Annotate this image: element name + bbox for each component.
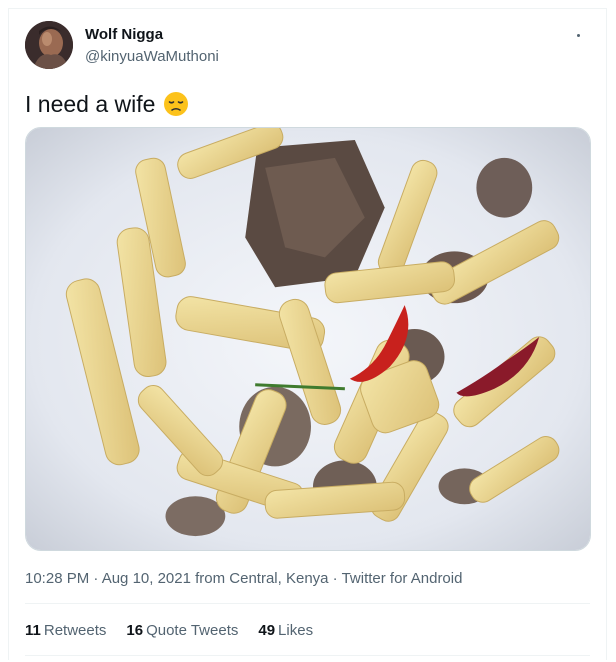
author-display-name[interactable]: Wolf Nigga (85, 25, 219, 45)
more-options-button[interactable] (566, 23, 590, 47)
avatar[interactable] (25, 21, 73, 69)
tweet-header: Wolf Nigga @kinyuaWaMuthoni (25, 21, 590, 71)
tweet-stats: 11 Retweets 16 Quote Tweets 49 Likes (25, 621, 333, 641)
quote-tweets-stat[interactable]: 16 Quote Tweets (126, 621, 238, 641)
likes-label: Likes (278, 622, 314, 639)
quote-tweets-count: 16 (126, 622, 144, 639)
quote-tweets-label: Quote Tweets (146, 622, 239, 639)
divider (25, 603, 590, 604)
tweet-text: I need a wife (25, 89, 189, 119)
author-block: Wolf Nigga @kinyuaWaMuthoni (85, 25, 219, 67)
tweet-text-content: I need a wife (25, 91, 156, 117)
likes-count: 49 (258, 622, 276, 639)
tweet-timestamp[interactable]: 10:28 PM · Aug 10, 2021 from Central, Ke… (25, 569, 462, 589)
divider (25, 655, 590, 656)
disappointed-face-icon (164, 92, 189, 116)
tweet-card: Wolf Nigga @kinyuaWaMuthoni I need a wif… (8, 8, 607, 660)
retweets-count: 11 (25, 622, 41, 639)
author-handle[interactable]: @kinyuaWaMuthoni (85, 47, 219, 67)
likes-stat[interactable]: 49 Likes (258, 621, 313, 641)
food-photo-image (26, 128, 590, 550)
tweet-photo[interactable] (25, 127, 591, 551)
retweets-label: Retweets (43, 622, 107, 639)
retweets-stat[interactable]: 11 Retweets (25, 621, 106, 641)
more-horizontal-icon (576, 33, 580, 37)
